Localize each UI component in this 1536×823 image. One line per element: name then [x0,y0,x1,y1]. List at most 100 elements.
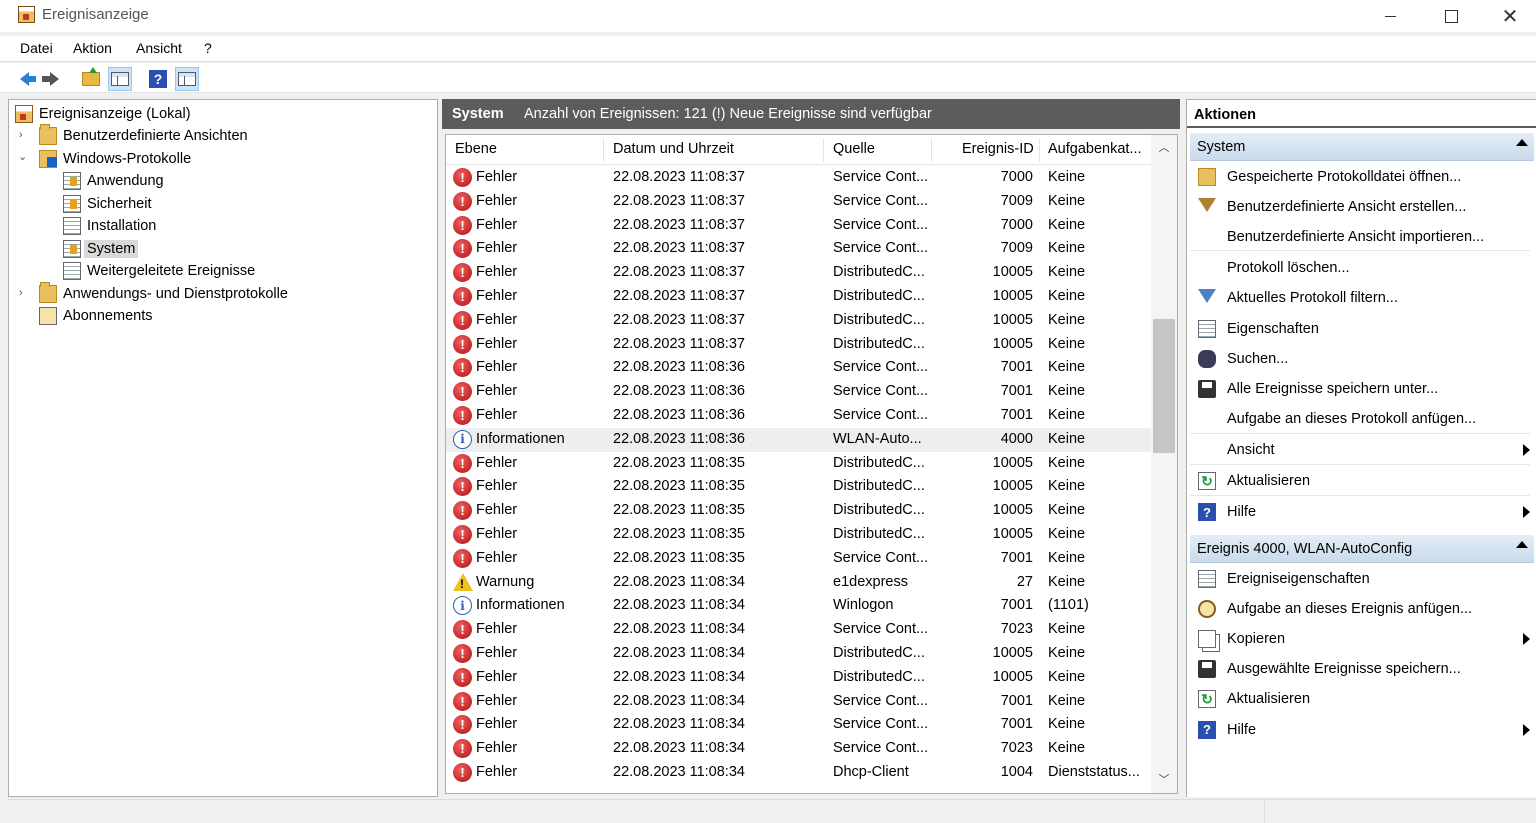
tree-log-sicherheit[interactable]: Sicherheit [63,193,151,215]
menu-aktion[interactable]: Aktion [73,40,112,56]
log-title: System [452,106,504,122]
table-row[interactable]: ! Warnung 22.08.2023 11:08:34 e1dexpress 27 K… [446,571,1151,595]
tree-subscriptions[interactable]: Abonnements [39,305,152,327]
cell-source: DistributedC... [833,288,925,304]
table-row[interactable]: ! Fehler 22.08.2023 11:08:34 Service Cont..… [446,618,1151,642]
tree-log-installation[interactable]: Installation [63,215,156,237]
tree-log-forwarded[interactable]: Weitergeleitete Ereignisse [63,260,255,282]
show-hide-action-pane-button[interactable] [175,67,199,91]
table-row[interactable]: ! Fehler 22.08.2023 11:08:37 Service Cont..… [446,214,1151,238]
table-row[interactable]: i Informationen 22.08.2023 11:08:36 WLAN-Au… [446,427,1151,452]
table-row[interactable]: ! Fehler 22.08.2023 11:08:37 DistributedC..… [446,333,1151,357]
column-quelle[interactable]: Quelle [833,138,932,162]
cell-date: 22.08.2023 11:08:35 [613,454,745,471]
action-item[interactable]: Benutzerdefinierte Ansicht erstellen... [1190,193,1534,221]
action-item[interactable]: Benutzerdefinierte Ansicht importieren..… [1190,223,1534,251]
cell-task-category: Keine [1048,311,1086,328]
tree-windows-logs[interactable]: Windows-Protokolle [39,148,191,170]
scroll-down-icon[interactable]: ﹀ [1151,771,1177,791]
cell-task-category: Keine [1048,169,1086,185]
table-row[interactable]: ! Fehler 22.08.2023 11:08:36 Service Cont..… [446,356,1151,380]
tree-root[interactable]: Ereignisanzeige (Lokal) [15,103,191,125]
error-icon: ! [453,739,472,759]
column-ebene[interactable]: Ebene [455,138,604,162]
action-item[interactable]: Ereigniseigenschaften [1190,565,1534,593]
scroll-up-icon[interactable]: ︿ [1151,139,1177,159]
action-item[interactable]: ? Hilfe [1190,498,1534,526]
tree-log-system[interactable]: System [63,238,139,260]
table-row[interactable]: ! Fehler 22.08.2023 11:08:34 Service Cont..… [446,690,1151,714]
action-item[interactable]: Alle Ereignisse speichern unter... [1190,375,1534,403]
actions-section-event[interactable]: Ereignis 4000, WLAN-AutoConfig [1190,535,1534,563]
close-button[interactable]: ✕ [1480,0,1536,32]
action-item[interactable]: Eigenschaften [1190,315,1534,343]
info-icon: i [453,596,472,616]
scroll-thumb[interactable] [1153,319,1175,453]
action-item[interactable]: Aufgabe an dieses Protokoll anfügen... [1190,405,1534,433]
cell-date: 22.08.2023 11:08:37 [613,216,745,233]
menu-ansicht[interactable]: Ansicht [136,40,182,56]
up-one-level-button[interactable] [79,67,103,91]
table-row[interactable]: ! Fehler 22.08.2023 11:08:35 DistributedC..… [446,499,1151,523]
collapse-arrow-icon[interactable] [1516,541,1528,548]
table-row[interactable]: ! Fehler 22.08.2023 11:08:37 DistributedC..… [446,261,1151,285]
tree-log-anwendung[interactable]: Anwendung [63,170,164,192]
action-item[interactable]: Suchen... [1190,345,1534,373]
cell-date: 22.08.2023 11:08:34 [613,764,745,780]
table-row[interactable]: ! Fehler 22.08.2023 11:08:37 Service Cont..… [446,190,1151,214]
action-item[interactable]: Protokoll löschen... [1190,254,1534,282]
table-row[interactable]: ! Fehler 22.08.2023 11:08:35 DistributedC..… [446,452,1151,476]
action-item[interactable]: ↻ Aktualisieren [1190,467,1534,495]
action-item[interactable]: Ausgewählte Ereignisse speichern... [1190,655,1534,683]
actions-section-system[interactable]: System [1190,133,1534,161]
table-row[interactable]: ! Fehler 22.08.2023 11:08:37 DistributedC..… [446,285,1151,309]
action-item[interactable]: Kopieren [1190,625,1534,653]
expand-app-service-logs-icon[interactable]: › [19,287,23,299]
column-aufgabenkategorie[interactable]: Aufgabenkat... [1048,138,1148,162]
table-row[interactable]: ! Fehler 22.08.2023 11:08:37 Service Cont..… [446,237,1151,261]
table-row[interactable]: ! Fehler 22.08.2023 11:08:34 DistributedC..… [446,642,1151,666]
table-row[interactable]: i Informationen 22.08.2023 11:08:34 Winlogo… [446,594,1151,618]
cell-level: Fehler [476,716,518,733]
expand-custom-views-icon[interactable]: › [19,129,23,141]
menu-bar: Datei Aktion Ansicht ? [0,36,1536,62]
tree-custom-views[interactable]: Benutzerdefinierte Ansichten [39,124,248,147]
copy-icon [1198,630,1216,649]
vertical-scrollbar[interactable]: ︿ ﹀ [1151,135,1177,793]
action-item[interactable]: ↻ Aktualisieren [1190,685,1534,713]
table-row[interactable]: ! Fehler 22.08.2023 11:08:36 Service Cont..… [446,404,1151,428]
collapse-windows-logs-icon[interactable]: ⌄ [18,150,27,163]
folder-icon [39,124,57,145]
table-row[interactable]: ! Fehler 22.08.2023 11:08:35 DistributedC..… [446,523,1151,547]
table-row[interactable]: ! Fehler 22.08.2023 11:08:37 DistributedC..… [446,309,1151,333]
collapse-arrow-icon[interactable] [1516,139,1528,146]
forward-button[interactable] [38,67,62,91]
show-hide-console-tree-button[interactable] [108,67,132,91]
action-item[interactable]: ? Hilfe [1190,716,1534,744]
table-row[interactable]: ! Fehler 22.08.2023 11:08:37 Service Cont..… [446,166,1151,190]
action-item[interactable]: Aktuelles Protokoll filtern... [1190,284,1534,312]
action-item[interactable]: Ansicht [1190,436,1534,464]
table-row[interactable]: ! Fehler 22.08.2023 11:08:36 Service Cont..… [446,380,1151,404]
tree-app-service-logs[interactable]: Anwendungs- und Dienstprotokolle [39,282,288,305]
table-row[interactable]: ! Fehler 22.08.2023 11:08:35 Service Cont..… [446,547,1151,571]
separator [1190,250,1530,251]
menu-datei[interactable]: Datei [20,40,53,56]
tree-custom-views-label: Benutzerdefinierte Ansichten [63,128,248,144]
minimize-button[interactable] [1360,0,1420,32]
table-row[interactable]: ! Fehler 22.08.2023 11:08:34 Dhcp-Client 100… [446,761,1151,785]
cell-event-id: 10005 [992,335,1033,352]
action-item[interactable]: Gespeicherte Protokolldatei öffnen... [1190,163,1534,191]
table-row[interactable]: ! Fehler 22.08.2023 11:08:34 DistributedC..… [446,666,1151,690]
menu-help[interactable]: ? [204,40,212,56]
help-button[interactable]: ? [146,67,170,91]
table-row[interactable]: ! Fehler 22.08.2023 11:08:35 DistributedC..… [446,475,1151,499]
column-ereignis-id[interactable]: Ereignis-ID [962,138,1040,162]
table-row[interactable]: ! Fehler 22.08.2023 11:08:34 Service Cont..… [446,713,1151,737]
back-button[interactable] [12,67,36,91]
maximize-button[interactable] [1421,0,1481,32]
action-item[interactable]: Aufgabe an dieses Ereignis anfügen... [1190,595,1534,623]
column-datum[interactable]: Datum und Uhrzeit [613,138,824,162]
table-row[interactable]: ! Fehler 22.08.2023 11:08:34 Service Cont..… [446,737,1151,761]
cell-level: Fehler [476,668,518,685]
